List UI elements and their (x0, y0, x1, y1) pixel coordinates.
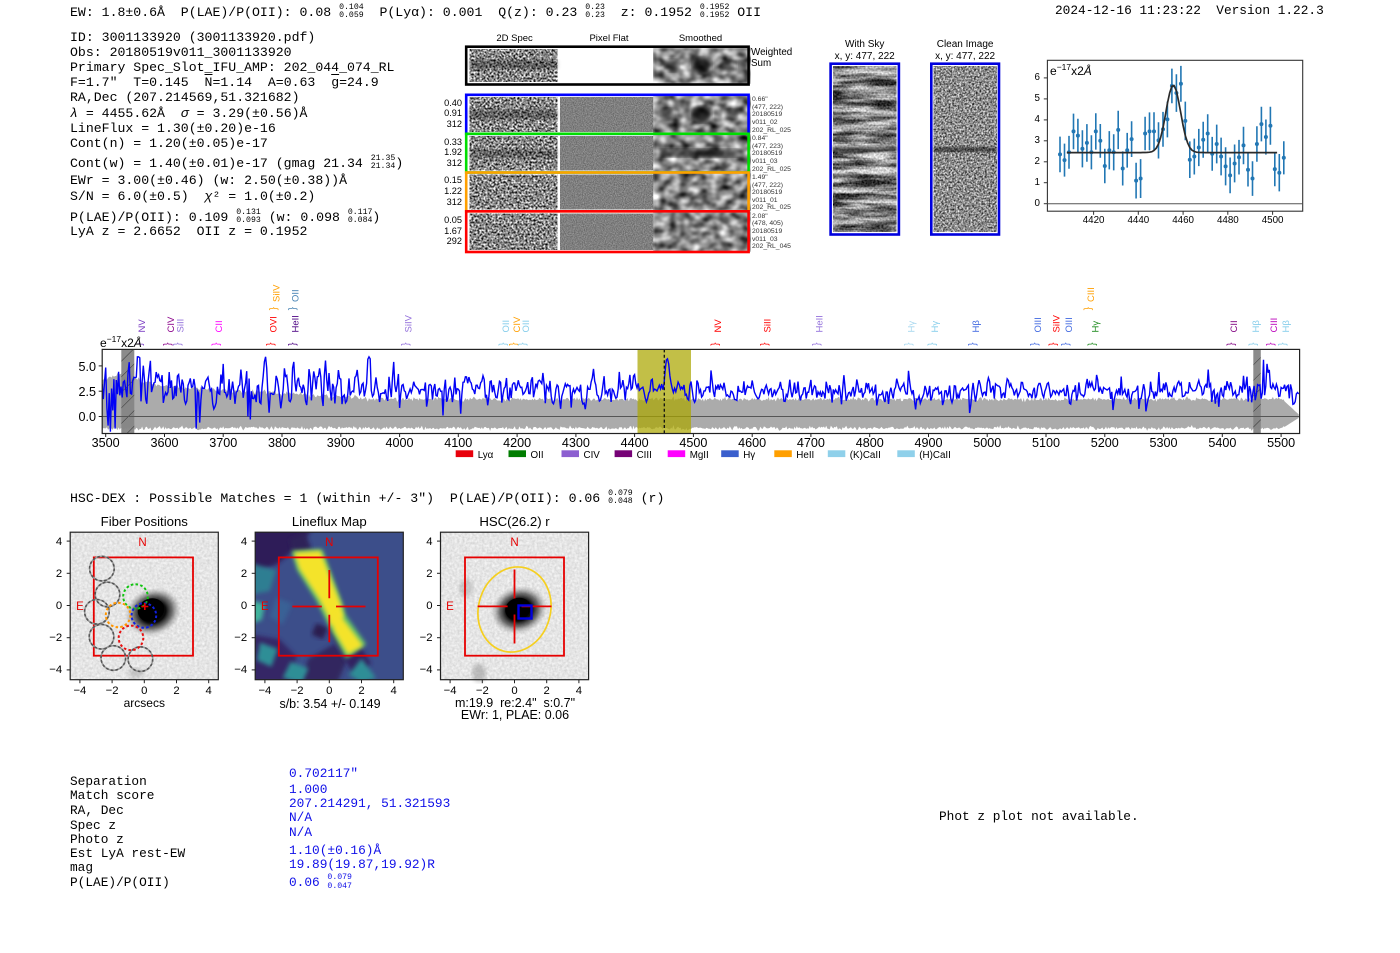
svg-text:{: { (1225, 343, 1236, 347)
svg-text:SiIV: SiIV (272, 284, 283, 302)
svg-text:CIII: CIII (1269, 318, 1280, 333)
svg-text:{: { (1265, 343, 1276, 347)
svg-text:SiII: SiII (176, 319, 187, 333)
svg-text:CII: CII (1229, 320, 1240, 332)
svg-text:N: N (325, 537, 333, 549)
svg-text:{: { (1048, 343, 1059, 347)
svg-text:SiII: SiII (763, 319, 774, 333)
svg-text:NV: NV (713, 319, 724, 333)
svg-text:{: { (967, 343, 978, 347)
svg-text:CII: CII (214, 320, 225, 332)
svg-text:{: { (265, 343, 276, 347)
svg-text:Hβ: Hβ (1251, 320, 1262, 333)
svg-text:OIII: OIII (1033, 317, 1044, 332)
svg-text:{: { (759, 343, 770, 347)
svg-text:{: { (162, 343, 173, 347)
svg-text:Hγ: Hγ (930, 321, 941, 333)
svg-text:Hβ: Hβ (1281, 320, 1292, 333)
svg-text:OIII: OIII (1064, 317, 1075, 332)
svg-text:{: { (287, 343, 298, 347)
svg-text:OII: OII (291, 289, 302, 302)
svg-text:{: { (400, 343, 411, 347)
svg-text:{: { (1060, 343, 1071, 347)
svg-text:E: E (76, 601, 84, 613)
svg-text:{: { (287, 307, 298, 311)
svg-text:E: E (446, 601, 454, 613)
svg-text:CIII: CIII (1086, 287, 1097, 302)
svg-text:{: { (1082, 307, 1093, 311)
svg-text:{: { (268, 307, 279, 311)
svg-text:{: { (497, 343, 508, 347)
svg-text:{: { (211, 343, 222, 347)
svg-text:{: { (1248, 343, 1259, 347)
svg-text:SiIV: SiIV (404, 314, 415, 332)
svg-text:HeII: HeII (291, 315, 302, 332)
svg-text:Hβ: Hβ (971, 320, 982, 333)
svg-text:{: { (1087, 343, 1098, 347)
svg-text:{: { (926, 343, 937, 347)
svg-text:OII: OII (501, 320, 512, 333)
svg-text:{: { (1277, 343, 1288, 347)
svg-text:E: E (261, 601, 269, 613)
svg-text:SiIV: SiIV (1051, 314, 1062, 332)
svg-text:N: N (138, 537, 146, 549)
svg-text:{: { (709, 343, 720, 347)
svg-text:{: { (1029, 343, 1040, 347)
svg-text:OVI: OVI (269, 316, 280, 332)
svg-text:NV: NV (137, 319, 148, 333)
svg-text:{: { (811, 343, 822, 347)
svg-text:HeII: HeII (815, 315, 826, 332)
svg-text:{: { (172, 343, 183, 347)
svg-text:Hγ: Hγ (1090, 321, 1101, 333)
svg-text:OII: OII (521, 320, 532, 333)
svg-text:{: { (903, 343, 914, 347)
svg-text:N: N (510, 537, 518, 549)
svg-text:{: { (517, 343, 528, 347)
svg-text:Hγ: Hγ (907, 321, 918, 333)
